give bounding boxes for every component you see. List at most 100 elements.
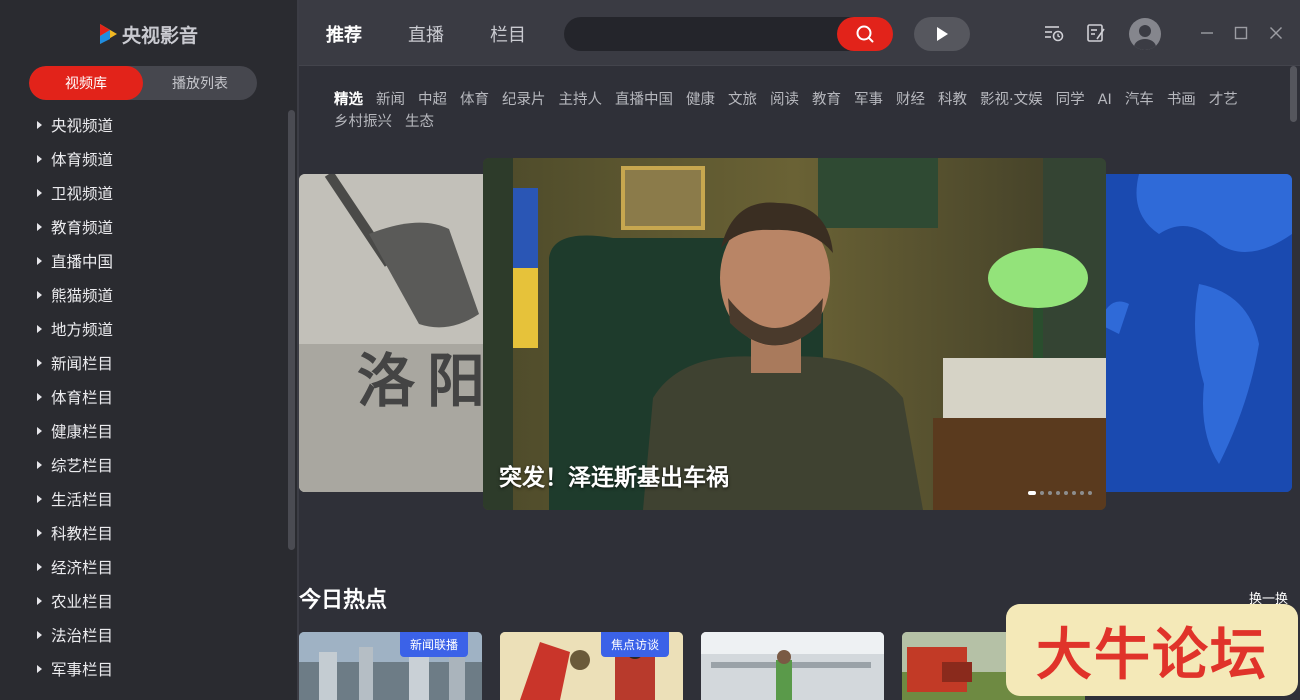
expand-arrow-icon bbox=[37, 495, 42, 503]
carousel-dot[interactable] bbox=[1028, 491, 1036, 495]
user-avatar[interactable] bbox=[1129, 18, 1161, 50]
channel-item[interactable]: 直播中国 bbox=[0, 244, 285, 278]
hot-item-card[interactable]: 焦点访谈 bbox=[500, 632, 683, 700]
channel-label: 农业栏目 bbox=[51, 593, 114, 611]
category-item[interactable]: 生态 bbox=[405, 111, 434, 133]
channel-item[interactable]: 综艺栏目 bbox=[0, 448, 285, 482]
channel-item[interactable]: 新闻栏目 bbox=[0, 346, 285, 380]
category-item[interactable]: 才艺 bbox=[1209, 89, 1238, 111]
expand-arrow-icon bbox=[37, 461, 42, 469]
category-item[interactable]: 新闻 bbox=[376, 89, 405, 111]
carousel-dot[interactable] bbox=[1064, 491, 1068, 495]
search-icon bbox=[856, 25, 874, 43]
carousel-dot[interactable] bbox=[1088, 491, 1092, 495]
program-badge: 新闻联播 bbox=[399, 632, 468, 657]
category-item[interactable]: 中超 bbox=[418, 89, 447, 111]
category-nav: 精选 新闻 中超 体育 纪录片 主持人 直播中国 健康 文旅 阅读 教育 军事 财经 科教 影视·文娱 同学 A… bbox=[334, 89, 1284, 133]
category-item[interactable]: 文旅 bbox=[728, 89, 757, 111]
tab-playlist[interactable]: 播放列表 bbox=[143, 66, 257, 100]
channel-label: 健康栏目 bbox=[51, 423, 114, 441]
channel-item[interactable]: 农业栏目 bbox=[0, 584, 285, 618]
hot-item-card[interactable] bbox=[701, 632, 884, 700]
channel-label: 军事栏目 bbox=[51, 661, 114, 679]
category-item[interactable]: 体育 bbox=[460, 89, 489, 111]
expand-arrow-icon bbox=[37, 427, 42, 435]
carousel-dot[interactable] bbox=[1048, 491, 1052, 495]
hot-item-card[interactable]: 新闻联播 bbox=[299, 632, 482, 700]
sidebar-scrollbar[interactable] bbox=[288, 110, 295, 550]
carousel-prev-slide[interactable]: 洛阳 bbox=[299, 174, 489, 492]
expand-arrow-icon bbox=[37, 325, 42, 333]
category-item[interactable]: 教育 bbox=[812, 89, 841, 111]
tab-columns[interactable]: 栏目 bbox=[490, 21, 526, 47]
category-item[interactable]: 直播中国 bbox=[615, 89, 673, 111]
expand-arrow-icon bbox=[37, 393, 42, 401]
tab-recommended[interactable]: 推荐 bbox=[326, 21, 362, 47]
category-item[interactable]: AI bbox=[1098, 89, 1112, 111]
channel-label: 法治栏目 bbox=[51, 627, 114, 645]
channel-item[interactable]: 教育频道 bbox=[0, 210, 285, 244]
channel-label: 熊猫频道 bbox=[51, 287, 114, 305]
expand-arrow-icon bbox=[37, 597, 42, 605]
channel-item[interactable]: 体育频道 bbox=[0, 142, 285, 176]
category-item[interactable]: 书画 bbox=[1167, 89, 1196, 111]
slide-caption: 突发！泽连斯基出车祸 bbox=[499, 465, 729, 491]
channel-item[interactable]: 熊猫频道 bbox=[0, 278, 285, 312]
category-item[interactable]: 纪录片 bbox=[502, 89, 546, 111]
carousel-indicator[interactable] bbox=[1028, 491, 1092, 495]
expand-arrow-icon bbox=[37, 359, 42, 367]
channel-label: 卫视频道 bbox=[51, 185, 114, 203]
expand-arrow-icon bbox=[37, 631, 42, 639]
category-item[interactable]: 影视·文娱 bbox=[980, 89, 1043, 111]
expand-arrow-icon bbox=[37, 155, 42, 163]
channel-item[interactable]: 军事栏目 bbox=[0, 652, 285, 686]
channel-item[interactable]: 科教栏目 bbox=[0, 516, 285, 550]
search-button[interactable] bbox=[837, 17, 893, 51]
watermark-badge: 大牛论坛 bbox=[1006, 604, 1298, 696]
history-icon bbox=[1045, 26, 1064, 42]
channel-label: 体育栏目 bbox=[51, 389, 114, 407]
expand-arrow-icon bbox=[37, 223, 42, 231]
expand-arrow-icon bbox=[37, 257, 42, 265]
channel-item[interactable]: 生活栏目 bbox=[0, 482, 285, 516]
channel-item[interactable]: 地方频道 bbox=[0, 312, 285, 346]
category-item[interactable]: 同学 bbox=[1056, 89, 1085, 111]
category-item[interactable]: 军事 bbox=[854, 89, 883, 111]
tab-live[interactable]: 直播 bbox=[408, 21, 444, 47]
history-button[interactable] bbox=[1043, 22, 1065, 44]
category-item[interactable]: 阅读 bbox=[770, 89, 799, 111]
expand-arrow-icon bbox=[37, 291, 42, 299]
channel-item[interactable]: 法治栏目 bbox=[0, 618, 285, 652]
category-selected[interactable]: 精选 bbox=[334, 89, 363, 111]
maximize-button[interactable] bbox=[1230, 22, 1252, 44]
app-name: 央视影音 bbox=[122, 24, 199, 47]
carousel-dot[interactable] bbox=[1040, 491, 1044, 495]
carousel-next-slide[interactable] bbox=[1099, 174, 1292, 492]
category-item[interactable]: 主持人 bbox=[559, 89, 603, 111]
app-logo: 央视影音 bbox=[98, 20, 198, 48]
close-icon bbox=[1270, 27, 1282, 39]
minimize-button[interactable] bbox=[1196, 22, 1218, 44]
channel-item[interactable]: 卫视频道 bbox=[0, 176, 285, 210]
category-item[interactable]: 汽车 bbox=[1125, 89, 1154, 111]
channel-item[interactable]: 经济栏目 bbox=[0, 550, 285, 584]
maximize-icon bbox=[1234, 26, 1248, 40]
play-button[interactable] bbox=[914, 17, 970, 51]
category-item[interactable]: 健康 bbox=[686, 89, 715, 111]
channel-label: 教育频道 bbox=[51, 219, 114, 237]
category-item[interactable]: 乡村振兴 bbox=[334, 111, 392, 133]
category-item[interactable]: 科教 bbox=[938, 89, 967, 111]
channel-item[interactable]: 健康栏目 bbox=[0, 414, 285, 448]
category-item[interactable]: 财经 bbox=[896, 89, 925, 111]
channel-item[interactable]: 体育栏目 bbox=[0, 380, 285, 414]
watermark-text: 大牛论坛 bbox=[1036, 621, 1268, 688]
carousel-dot[interactable] bbox=[1056, 491, 1060, 495]
carousel-current-slide[interactable]: 突发！泽连斯基出车祸 bbox=[483, 158, 1106, 510]
note-button[interactable] bbox=[1085, 22, 1107, 44]
main-scrollbar[interactable] bbox=[1290, 66, 1297, 122]
tab-video-library[interactable]: 视频库 bbox=[29, 66, 143, 100]
close-button[interactable] bbox=[1265, 22, 1287, 44]
carousel-dot[interactable] bbox=[1072, 491, 1076, 495]
channel-item[interactable]: 央视频道 bbox=[0, 108, 285, 142]
carousel-dot[interactable] bbox=[1080, 491, 1084, 495]
